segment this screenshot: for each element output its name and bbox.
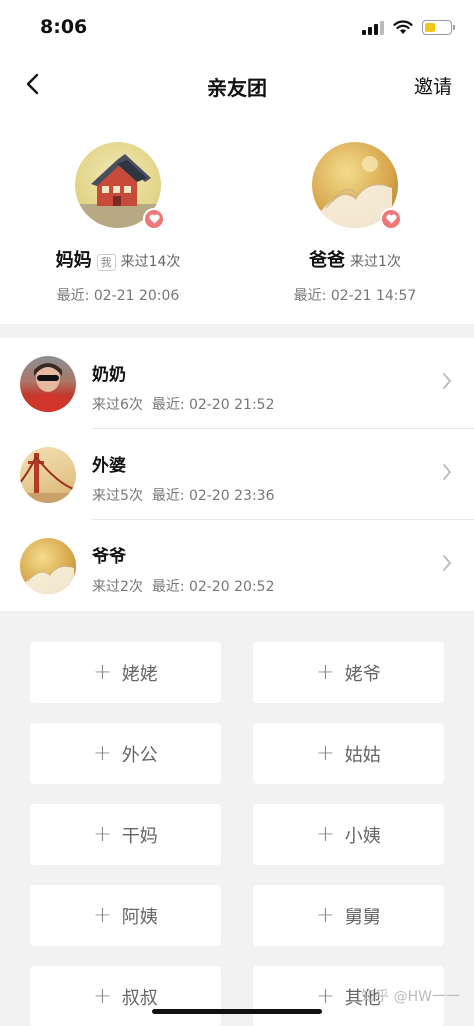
plus-icon: + [316,902,335,928]
add-button-label: 舅舅 [344,906,381,928]
heart-badge-icon [380,208,402,230]
battery-icon [422,20,455,35]
house-avatar [75,142,165,230]
add-button[interactable]: + 干妈 [30,804,221,865]
chevron-right-icon [443,464,452,480]
add-button-label: 阿姨 [121,906,158,928]
signal-icon [362,20,384,35]
wifi-icon [393,20,413,34]
invite-button[interactable]: 邀请 [414,72,452,99]
add-button-label: 叔叔 [121,987,158,1009]
plus-icon: + [93,821,112,847]
list-item-grandpa[interactable]: 爷爷 来过2次 最近: 02-20 20:52 [0,520,474,611]
plus-icon: + [316,740,335,766]
featured-recent: 最近: 02-21 20:06 [56,288,180,304]
featured-name-line: 爸爸 来过1次 [255,246,455,272]
member-name: 爷爷 [92,547,126,567]
nav-bar: 亲友团 邀请 [0,56,474,112]
plus-icon: + [316,659,335,685]
list-item-grandma[interactable]: 奶奶 来过6次 最近: 02-20 21:52 [0,338,474,429]
add-button[interactable]: + 舅舅 [253,885,444,946]
featured-name: 妈妈 [55,250,92,271]
featured-name-line: 妈妈 我 来过14次 [18,246,218,272]
featured-member-mom[interactable]: 妈妈 我 来过14次 最近: 02-21 20:06 [18,142,218,305]
featured-count: 来过1次 [350,254,401,270]
featured-name: 爸爸 [309,250,346,271]
add-button[interactable]: + 姥姥 [30,642,221,703]
grandma-avatar [20,355,76,412]
page-title: 亲友团 [207,76,267,100]
plus-icon: + [93,740,112,766]
plus-icon: + [93,659,112,685]
heart-badge-icon [143,208,165,230]
member-stats: 来过2次 最近: 02-20 20:52 [92,579,275,595]
member-name: 奶奶 [92,365,126,385]
list-item-text: 奶奶 来过6次 最近: 02-20 21:52 [92,360,274,414]
watermark: 知乎 @HW一一 [361,989,460,1005]
status-time: 8:06 [40,16,88,38]
add-button-label: 干妈 [121,825,158,847]
featured-recent: 最近: 02-21 14:57 [293,288,417,304]
member-list: 奶奶 来过6次 最近: 02-20 21:52 外婆 来过5次 最近: 02-2… [0,338,474,611]
member-stats: 来过6次 最近: 02-20 21:52 [92,397,275,413]
me-tag: 我 [96,254,116,271]
list-item-text: 爷爷 来过2次 最近: 02-20 20:52 [92,542,274,596]
status-bar: 8:06 [0,0,474,56]
member-name: 外婆 [92,456,126,476]
add-button[interactable]: + 姥爷 [253,642,444,703]
plus-icon: + [93,983,112,1009]
add-button-label: 姑姑 [344,744,381,766]
book-avatar [312,142,402,230]
list-item-text: 外婆 来过5次 最近: 02-20 23:36 [92,451,274,505]
add-button[interactable]: + 姑姑 [253,723,444,784]
book-avatar [20,537,76,594]
add-relative-grid: + 姥姥 + 姥爷 + 外公 + 姑姑 + 干妈 + 小姨 + 阿姨 + 舅舅 + 叔叔 + 其他 [30,642,444,1026]
status-icons [362,20,455,35]
chevron-right-icon [443,555,452,571]
chevron-right-icon [443,373,452,389]
featured-member-dad[interactable]: 爸爸 来过1次 最近: 02-21 14:57 [255,142,455,305]
bridge-avatar [20,446,76,503]
add-button-label: 姥姥 [121,663,158,685]
featured-count: 来过14次 [120,254,181,270]
add-button-label: 姥爷 [344,663,381,685]
home-indicator [152,1009,322,1014]
add-button-label: 小姨 [344,825,381,847]
plus-icon: + [316,821,335,847]
list-item-maternal-grandma[interactable]: 外婆 来过5次 最近: 02-20 23:36 [0,429,474,520]
plus-icon: + [316,983,335,1009]
add-button[interactable]: + 阿姨 [30,885,221,946]
top-section: 8:06 亲友团 邀请 妈妈 我 来过14次 最近: 02-21 20:06 爸… [0,0,474,324]
add-button-label: 外公 [121,744,158,766]
add-button[interactable]: + 外公 [30,723,221,784]
add-button[interactable]: + 叔叔 [30,966,221,1026]
plus-icon: + [93,902,112,928]
add-button[interactable]: + 小姨 [253,804,444,865]
featured-members: 妈妈 我 来过14次 最近: 02-21 20:06 爸爸 来过1次 最近: 0… [0,112,474,324]
member-stats: 来过5次 最近: 02-20 23:36 [92,488,275,504]
